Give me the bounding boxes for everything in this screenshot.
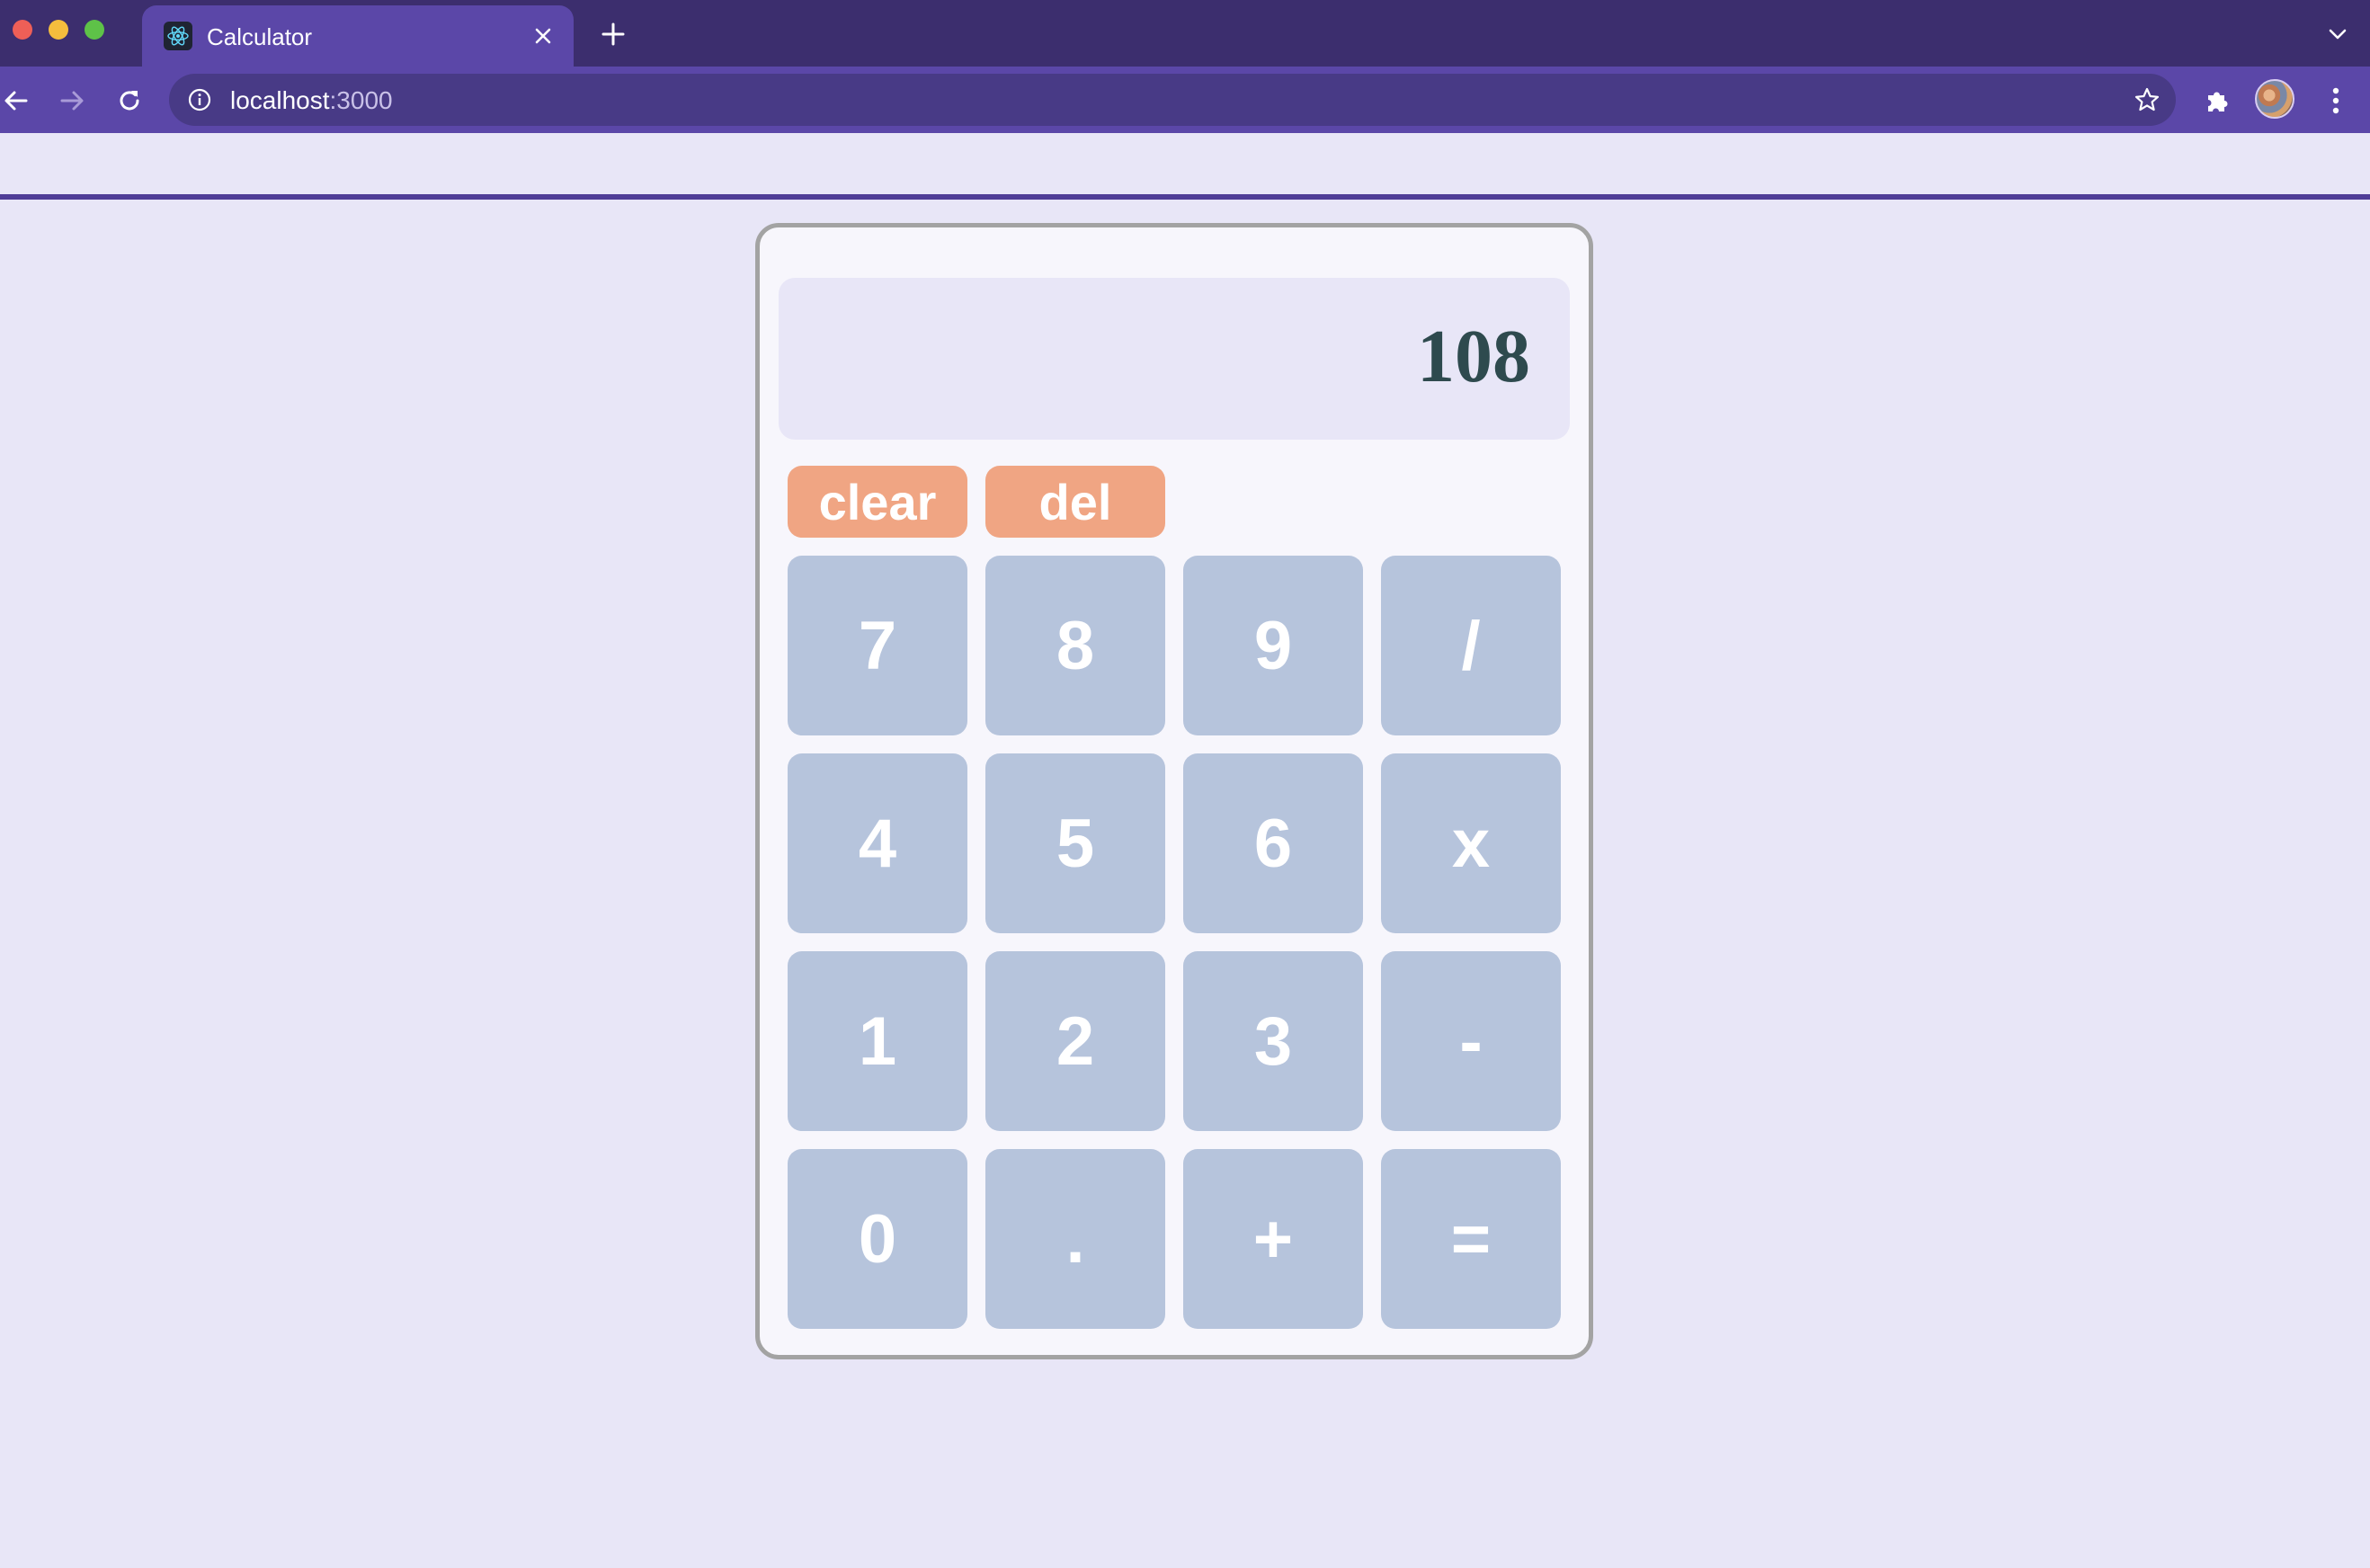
browser-tab-bar: Calculator xyxy=(0,0,2370,67)
window-close-dot[interactable] xyxy=(13,20,32,40)
add-button[interactable]: + xyxy=(1183,1149,1363,1329)
calculator: 108 clear del 7 8 9 / 4 5 6 x 1 2 3 - 0 … xyxy=(755,223,1593,1359)
key-4-button[interactable]: 4 xyxy=(788,753,967,933)
profile-avatar[interactable] xyxy=(2255,79,2294,119)
multiply-button[interactable]: x xyxy=(1381,753,1561,933)
back-arrow-icon[interactable] xyxy=(0,83,34,119)
key-6-button[interactable]: 6 xyxy=(1183,753,1363,933)
decimal-button[interactable]: . xyxy=(985,1149,1165,1329)
key-1-button[interactable]: 1 xyxy=(788,951,967,1131)
key-9-button[interactable]: 9 xyxy=(1183,556,1363,735)
equals-button[interactable]: = xyxy=(1381,1149,1561,1329)
extensions-puzzle-icon[interactable] xyxy=(2199,83,2235,119)
forward-arrow-icon[interactable] xyxy=(54,83,90,119)
display-value: 108 xyxy=(1417,315,1530,398)
info-icon[interactable] xyxy=(187,87,212,112)
close-icon[interactable] xyxy=(527,20,559,52)
toolbar-divider xyxy=(0,194,2370,200)
bookmark-star-icon[interactable] xyxy=(2133,85,2161,114)
address-url[interactable]: localhost:3000 xyxy=(230,86,393,115)
subtract-button[interactable]: - xyxy=(1381,951,1561,1131)
calculator-display: 108 xyxy=(779,278,1570,440)
chevron-down-icon[interactable] xyxy=(2323,20,2352,49)
divide-button[interactable]: / xyxy=(1381,556,1561,735)
reload-icon[interactable] xyxy=(111,83,147,119)
delete-button[interactable]: del xyxy=(985,466,1165,538)
url-port: :3000 xyxy=(329,86,393,114)
new-tab-plus-icon[interactable] xyxy=(597,18,629,50)
key-0-button[interactable]: 0 xyxy=(788,1149,967,1329)
kebab-menu-icon[interactable] xyxy=(2318,83,2354,119)
key-8-button[interactable]: 8 xyxy=(985,556,1165,735)
window-minimize-dot[interactable] xyxy=(49,20,68,40)
browser-toolbar: localhost:3000 xyxy=(0,67,2370,200)
key-3-button[interactable]: 3 xyxy=(1183,951,1363,1131)
window-zoom-dot[interactable] xyxy=(85,20,104,40)
key-5-button[interactable]: 5 xyxy=(985,753,1165,933)
key-7-button[interactable]: 7 xyxy=(788,556,967,735)
react-icon xyxy=(164,22,192,50)
browser-tab[interactable]: Calculator xyxy=(142,5,574,67)
url-host: localhost xyxy=(230,86,330,114)
clear-button[interactable]: clear xyxy=(788,466,967,538)
key-2-button[interactable]: 2 xyxy=(985,951,1165,1131)
tab-title: Calculator xyxy=(207,23,313,50)
address-bar[interactable]: localhost:3000 xyxy=(169,74,2176,126)
